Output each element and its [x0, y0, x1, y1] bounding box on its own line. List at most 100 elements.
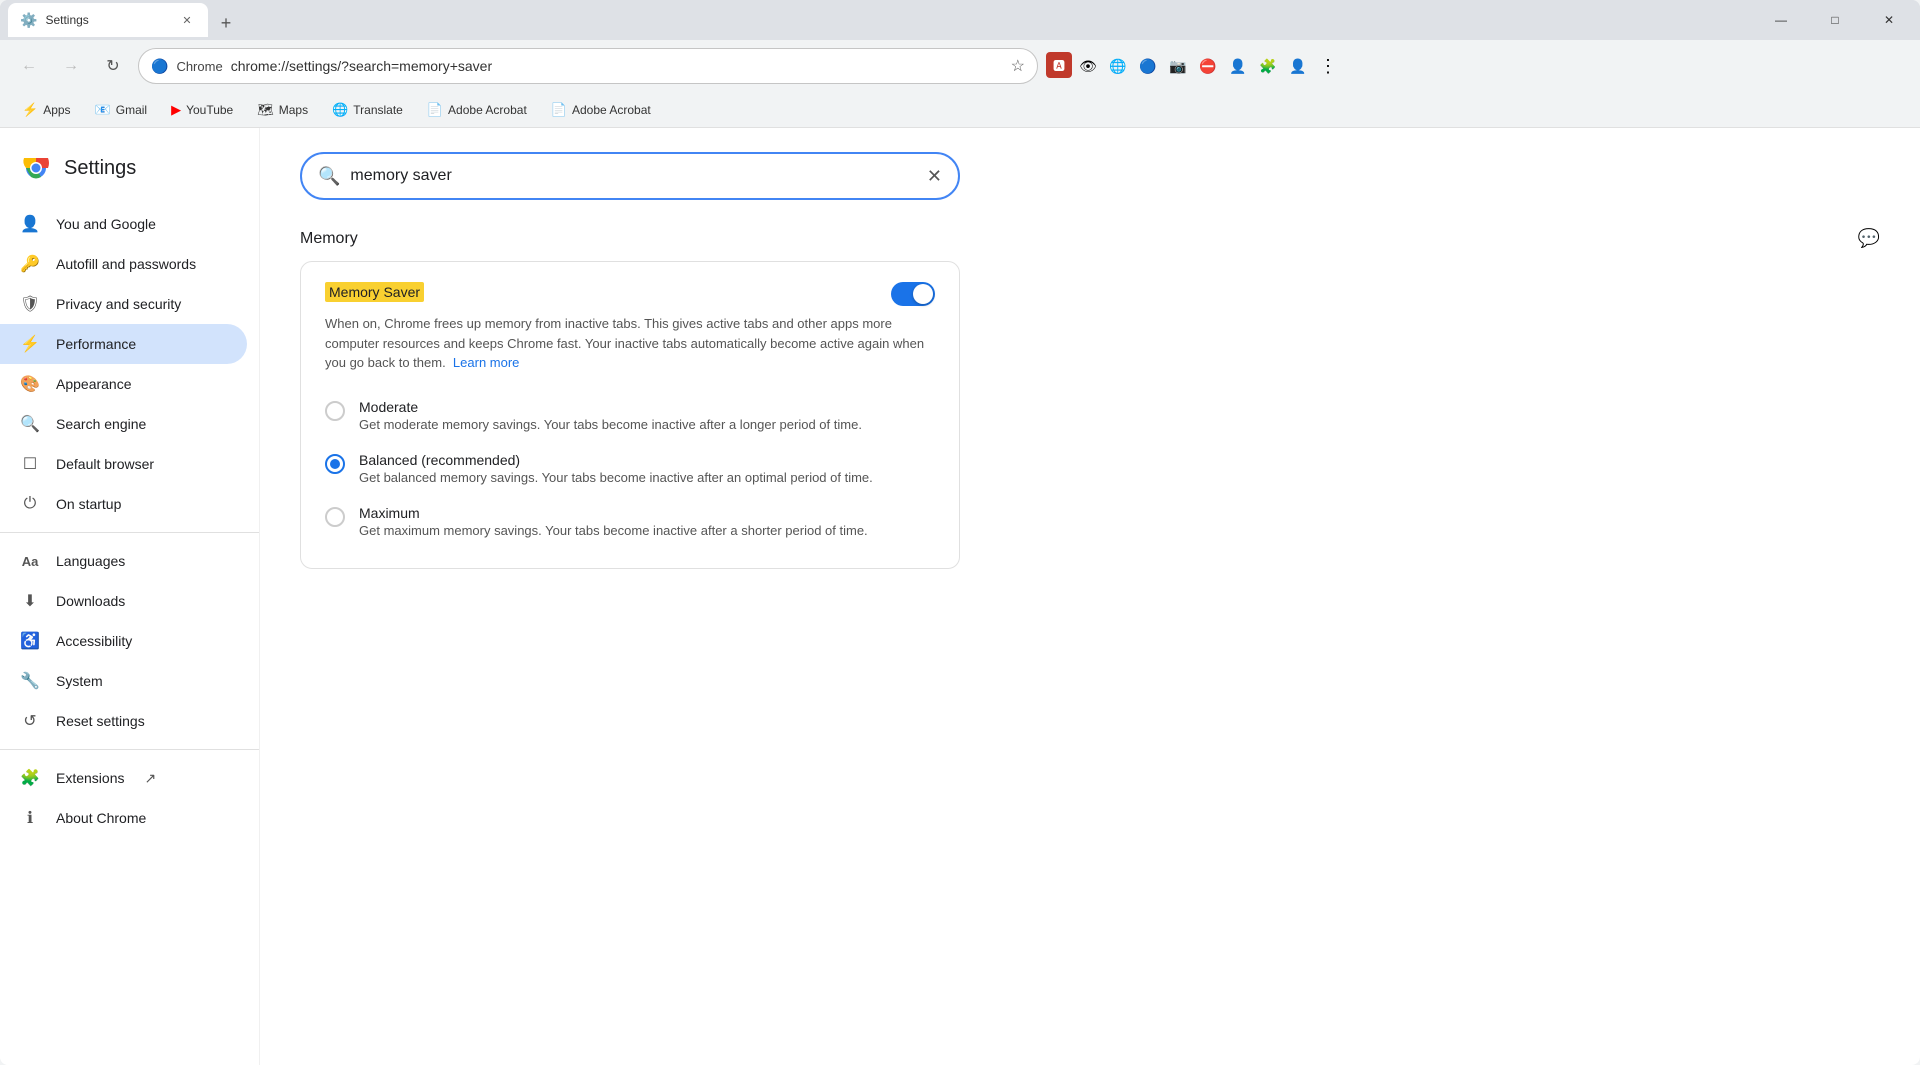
search-clear-button[interactable]: ✕ — [927, 166, 942, 187]
maps-bookmark-label: Maps — [279, 103, 308, 117]
privacy-icon: 🛡 — [20, 294, 40, 314]
reset-label: Reset settings — [56, 713, 145, 729]
you-google-icon: 👤 — [20, 214, 40, 234]
moderate-desc: Get moderate memory savings. Your tabs b… — [359, 417, 862, 432]
settings-logo: Settings — [0, 144, 259, 204]
ext-icon-2[interactable]: 👁 — [1074, 52, 1102, 80]
tab-favicon: ⚙️ — [20, 12, 37, 29]
downloads-label: Downloads — [56, 593, 125, 609]
minimize-button[interactable]: — — [1758, 4, 1804, 36]
bookmark-star-icon[interactable]: ☆ — [1011, 56, 1025, 76]
default-browser-icon: ☐ — [20, 454, 40, 474]
radio-option-maximum[interactable]: Maximum Get maximum memory savings. Your… — [325, 495, 935, 548]
appearance-icon: 🎨 — [20, 374, 40, 394]
back-button[interactable]: ← — [12, 49, 46, 83]
youtube-bookmark-label: YouTube — [186, 103, 233, 117]
sidebar-item-reset-settings[interactable]: ↺ Reset settings — [0, 701, 247, 741]
ext-icon-6[interactable]: ⛔ — [1194, 52, 1222, 80]
youtube-bookmark-icon: ▶ — [171, 102, 181, 118]
sidebar-item-appearance[interactable]: 🎨 Appearance — [0, 364, 247, 404]
bookmark-youtube[interactable]: ▶ YouTube — [161, 98, 243, 122]
radio-option-moderate[interactable]: Moderate Get moderate memory savings. Yo… — [325, 389, 935, 442]
gmail-bookmark-icon: 📧 — [95, 102, 111, 118]
memory-saver-toggle[interactable] — [891, 282, 935, 306]
sidebar-item-default-browser[interactable]: ☐ Default browser — [0, 444, 247, 484]
sidebar-item-accessibility[interactable]: ♿ Accessibility — [0, 621, 247, 661]
moderate-option-text: Moderate Get moderate memory savings. Yo… — [359, 399, 862, 432]
bookmark-gmail[interactable]: 📧 Gmail — [85, 98, 158, 122]
sidebar-item-on-startup[interactable]: ⏻ On startup — [0, 484, 247, 524]
window-controls: — □ ✕ — [1758, 4, 1912, 36]
maximum-desc: Get maximum memory savings. Your tabs be… — [359, 523, 868, 538]
you-google-label: You and Google — [56, 216, 156, 232]
sidebar-item-extensions[interactable]: 🧩 Extensions ↗ — [0, 758, 247, 798]
tab-close-button[interactable]: ✕ — [178, 11, 196, 29]
bookmark-apps[interactable]: ⚡ Apps — [12, 98, 81, 122]
external-link-icon: ↗ — [144, 770, 156, 787]
sidebar-item-languages[interactable]: Aa Languages — [0, 541, 247, 581]
ext-icon-1[interactable]: 🅰 — [1046, 52, 1072, 78]
settings-page-title: Settings — [64, 157, 136, 180]
browser-window: ⚙️ Settings ✕ + — □ ✕ ← → ↻ 🔵 Chrome chr… — [0, 0, 1920, 1065]
search-engine-icon: 🔍 — [20, 414, 40, 434]
sidebar-item-performance[interactable]: ⚡ Performance — [0, 324, 247, 364]
performance-label: Performance — [56, 336, 136, 352]
sidebar-item-autofill[interactable]: 🔑 Autofill and passwords — [0, 244, 247, 284]
moderate-radio-button[interactable] — [325, 401, 345, 421]
maximum-radio-button[interactable] — [325, 507, 345, 527]
site-icon: 🔵 — [151, 58, 168, 75]
ext-icon-7[interactable]: 👤 — [1224, 52, 1252, 80]
ext-icon-4[interactable]: 🔵 — [1134, 52, 1162, 80]
memory-saver-header: Memory Saver — [325, 282, 935, 306]
title-bar: ⚙️ Settings ✕ + — □ ✕ — [0, 0, 1920, 40]
sidebar-item-search-engine[interactable]: 🔍 Search engine — [0, 404, 247, 444]
sidebar-item-downloads[interactable]: ⬇ Downloads — [0, 581, 247, 621]
more-options-button[interactable]: ⋮ — [1314, 52, 1342, 80]
chrome-logo-icon — [20, 152, 52, 184]
learn-more-link[interactable]: Learn more — [453, 355, 519, 370]
balanced-option-text: Balanced (recommended) Get balanced memo… — [359, 452, 873, 485]
radio-option-balanced[interactable]: Balanced (recommended) Get balanced memo… — [325, 442, 935, 495]
system-label: System — [56, 673, 103, 689]
bookmark-translate[interactable]: 🌐 Translate — [322, 98, 413, 122]
gmail-bookmark-label: Gmail — [116, 103, 147, 117]
reload-button[interactable]: ↻ — [96, 49, 130, 83]
restore-button[interactable]: □ — [1812, 4, 1858, 36]
memory-saver-description: When on, Chrome frees up memory from ina… — [325, 314, 935, 373]
autofill-label: Autofill and passwords — [56, 256, 196, 272]
sidebar-item-you-and-google[interactable]: 👤 You and Google — [0, 204, 247, 244]
nav-extensions: 🅰 👁 🌐 🔵 📷 ⛔ 👤 🧩 👤 ⋮ — [1046, 52, 1342, 80]
settings-search-input[interactable] — [350, 167, 916, 185]
tab-bar: ⚙️ Settings ✕ + — [8, 3, 1754, 37]
bookmark-adobe-1[interactable]: 📄 Adobe Acrobat — [417, 98, 537, 122]
ext-icon-3[interactable]: 🌐 — [1104, 52, 1132, 80]
sidebar-item-privacy[interactable]: 🛡 Privacy and security — [0, 284, 247, 324]
settings-search-box[interactable]: 🔍 ✕ — [300, 152, 960, 200]
translate-bookmark-label: Translate — [353, 103, 403, 117]
content-area: Settings 👤 You and Google 🔑 Autofill and… — [0, 128, 1920, 1065]
bookmark-adobe-2[interactable]: 📄 Adobe Acrobat — [541, 98, 661, 122]
sidebar-item-system[interactable]: 🔧 System — [0, 661, 247, 701]
ext-icon-9[interactable]: 👤 — [1284, 52, 1312, 80]
appearance-label: Appearance — [56, 376, 132, 392]
new-tab-button[interactable]: + — [212, 9, 240, 37]
ext-icon-5[interactable]: 📷 — [1164, 52, 1192, 80]
forward-button[interactable]: → — [54, 49, 88, 83]
moderate-label: Moderate — [359, 399, 862, 415]
adobe2-bookmark-icon: 📄 — [551, 102, 567, 118]
toggle-knob — [913, 284, 933, 304]
chrome-label: Chrome — [176, 59, 222, 74]
memory-feedback-icon[interactable]: 💬 — [1858, 228, 1880, 249]
active-tab[interactable]: ⚙️ Settings ✕ — [8, 3, 208, 37]
bookmark-maps[interactable]: 🗺 Maps — [247, 98, 318, 122]
balanced-radio-button[interactable] — [325, 454, 345, 474]
memory-section-title: Memory — [300, 230, 358, 248]
sidebar-item-about-chrome[interactable]: ℹ About Chrome — [0, 798, 247, 838]
sidebar-divider — [0, 532, 259, 533]
performance-icon: ⚡ — [20, 334, 40, 354]
address-bar[interactable]: 🔵 Chrome chrome://settings/?search=memor… — [138, 48, 1038, 84]
sidebar: Settings 👤 You and Google 🔑 Autofill and… — [0, 128, 260, 1065]
close-button[interactable]: ✕ — [1866, 4, 1912, 36]
nav-bar: ← → ↻ 🔵 Chrome chrome://settings/?search… — [0, 40, 1920, 92]
ext-icon-8[interactable]: 🧩 — [1254, 52, 1282, 80]
